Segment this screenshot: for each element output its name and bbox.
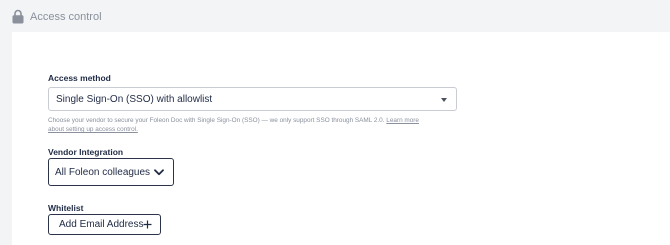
whitelist-label: Whitelist	[48, 203, 84, 213]
vendor-integration-value: All Foleon colleagues	[55, 167, 151, 178]
learn-more-link-continued[interactable]: about setting up access control.	[48, 126, 138, 133]
vendor-integration-select[interactable]: All Foleon colleagues	[48, 158, 174, 186]
access-method-help: Choose your vendor to secure your Foleon…	[48, 116, 458, 134]
access-method-select[interactable]: Single Sign-On (SSO) with allowlist	[48, 87, 457, 111]
plus-icon	[143, 220, 152, 229]
access-method-value: Single Sign-On (SSO) with allowlist	[56, 94, 213, 105]
help-text: Choose your vendor to secure your Foleon…	[48, 117, 385, 124]
caret-down-icon	[441, 98, 447, 102]
vendor-integration-label: Vendor Integration	[48, 147, 124, 157]
learn-more-link[interactable]: Learn more	[386, 117, 419, 124]
add-email-address-label: Add Email Address	[59, 219, 144, 230]
add-email-address-button[interactable]: Add Email Address	[48, 214, 161, 235]
access-method-label: Access method	[48, 73, 111, 83]
chevron-down-icon	[154, 169, 164, 176]
section-title: Access control	[30, 11, 102, 23]
section-header: Access control	[0, 0, 670, 32]
lock-icon	[12, 9, 24, 24]
